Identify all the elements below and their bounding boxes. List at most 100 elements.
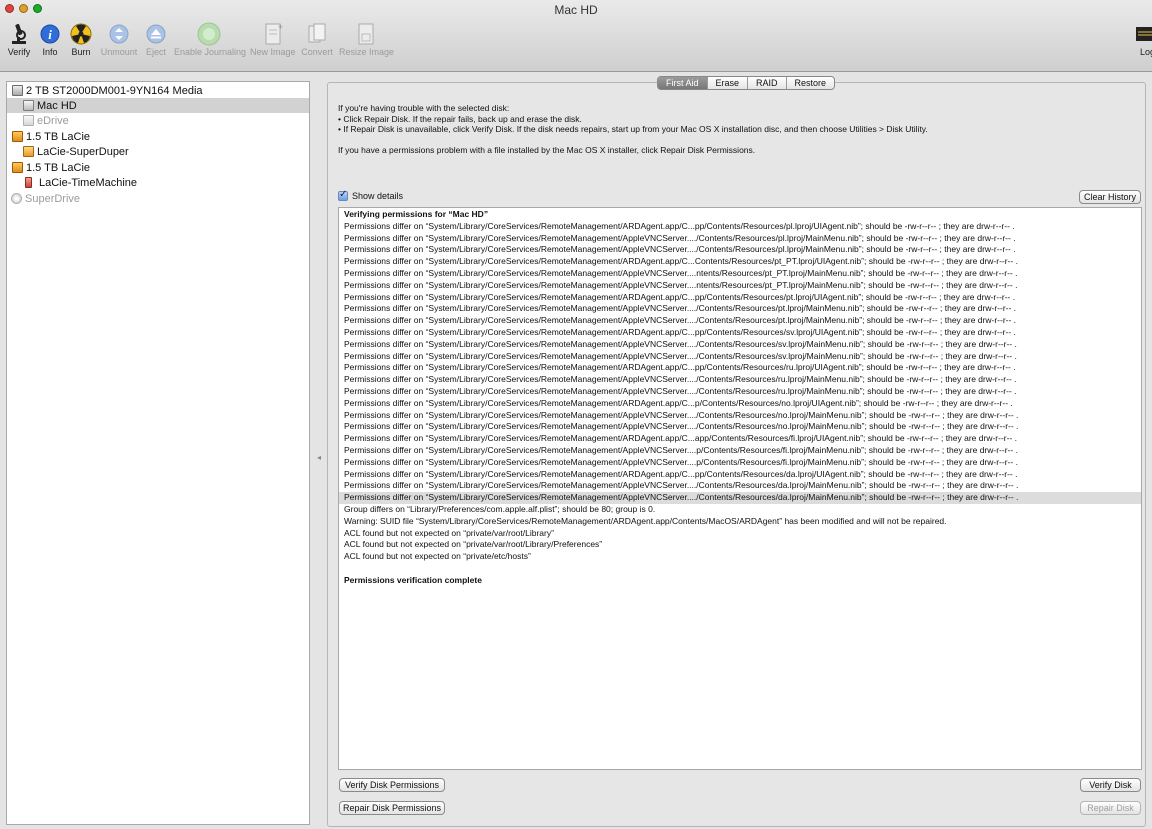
microscope-icon	[6, 22, 32, 46]
enable-journaling-toolbar-button[interactable]: Enable Journaling	[174, 22, 246, 57]
sidebar-item-label: Mac HD	[37, 99, 77, 112]
log-line: Permissions differ on “System/Library/Co…	[344, 232, 1016, 243]
help-line: • Click Repair Disk. If the repair fails…	[338, 113, 582, 124]
help-line: If you're having trouble with the select…	[338, 103, 510, 113]
new-image-icon: +	[250, 22, 295, 46]
log-line: Permissions differ on “System/Library/Co…	[344, 220, 1015, 231]
tab-restore[interactable]: Restore	[787, 77, 835, 89]
sidebar-item-lacie-superduper[interactable]: LaCie-SuperDuper	[7, 144, 309, 159]
log-toolbar-button[interactable]: Log	[1132, 22, 1152, 57]
external-disk-icon	[12, 131, 23, 142]
volume-icon	[23, 115, 34, 126]
log-line: Permissions differ on “System/Library/Co…	[344, 362, 1016, 373]
log-line: Permissions differ on “System/Library/Co…	[344, 268, 1018, 278]
log-line: Verifying permissions for “Mac HD”	[344, 209, 489, 219]
log-line: Permissions differ on “System/Library/Co…	[344, 409, 1019, 420]
show-details-checkbox[interactable]: Show details	[338, 189, 404, 201]
sidebar-item-lacie-2[interactable]: 1.5 TB LaCie	[7, 160, 309, 175]
log-line: Warning: SUID file “System/Library/CoreS…	[344, 515, 947, 526]
repair-disk-button[interactable]: Repair Disk	[1080, 801, 1141, 815]
show-details-label: Show details	[352, 191, 404, 201]
hard-disk-icon	[12, 85, 23, 96]
help-line: • If Repair Disk is unavailable, click V…	[338, 124, 928, 134]
log-line: ACL found but not expected on “private/e…	[344, 551, 531, 562]
eject-icon	[144, 22, 168, 46]
burn-toolbar-button[interactable]: Burn	[69, 22, 93, 57]
convert-toolbar-button[interactable]: Convert	[300, 22, 334, 57]
log-line: ACL found but not expected on “private/v…	[344, 539, 603, 550]
verify-disk-permissions-button[interactable]: Verify Disk Permissions	[339, 778, 445, 792]
clear-history-button[interactable]: Clear History	[1079, 190, 1141, 204]
unmount-icon	[100, 22, 138, 46]
info-icon: i	[38, 22, 62, 46]
burn-icon	[69, 22, 93, 46]
log-line: Permissions differ on “System/Library/Co…	[344, 291, 1016, 302]
journaling-icon	[174, 22, 244, 46]
split-view-handle[interactable]: ◂	[317, 453, 321, 462]
log-line: Group differs on “Library/Preferences/co…	[344, 504, 656, 514]
tab-erase[interactable]: Erase	[708, 77, 749, 89]
log-line: Permissions differ on “System/Library/Co…	[344, 327, 1016, 337]
eject-toolbar-button[interactable]: Eject	[144, 22, 168, 57]
log-line: Permissions differ on “System/Library/Co…	[344, 397, 1013, 408]
window-title: Mac HD	[554, 3, 598, 17]
window-toolbar: Mac HD Verify i Info Burn Unmount Eject …	[0, 0, 1152, 72]
log-line: Permissions verification complete	[344, 574, 482, 585]
sidebar-item-label: 1.5 TB LaCie	[26, 130, 91, 143]
unmount-toolbar-button[interactable]: Unmount	[100, 22, 138, 57]
verify-disk-button[interactable]: Verify Disk	[1080, 778, 1141, 792]
sidebar-item-edrive[interactable]: eDrive	[7, 113, 309, 128]
info-toolbar-button[interactable]: i Info	[38, 22, 62, 57]
disk-sidebar: 2 TB ST2000DM001-9YN164 Media Mac HD eDr…	[6, 81, 310, 825]
sidebar-item-mac-hd[interactable]: Mac HD	[7, 98, 309, 113]
log-line: Permissions differ on “System/Library/Co…	[344, 256, 1018, 267]
log-line: Permissions differ on “System/Library/Co…	[344, 350, 1017, 361]
sidebar-item-label: SuperDrive	[25, 192, 81, 205]
sidebar-item-label: eDrive	[37, 114, 69, 127]
log-line: Permissions differ on “System/Library/Co…	[344, 456, 1018, 467]
svg-text:+: +	[278, 22, 283, 32]
log-line: Permissions differ on “System/Library/Co…	[344, 338, 1017, 349]
log-line: Permissions differ on “System/Library/Co…	[344, 445, 1018, 455]
external-disk-icon	[12, 162, 23, 173]
tab-bar: First Aid Erase RAID Restore	[657, 76, 836, 90]
sidebar-item-lacie-timemachine[interactable]: LaCie-TimeMachine	[7, 175, 309, 190]
log-line: Permissions differ on “System/Library/Co…	[344, 386, 1017, 396]
help-line: If you have a permissions problem with a…	[338, 144, 756, 155]
log-line: Permissions differ on “System/Library/Co…	[339, 492, 1141, 505]
checkbox-checked-icon	[338, 189, 348, 201]
sidebar-item-label: LaCie-SuperDuper	[37, 145, 129, 158]
sidebar-item-lacie-1[interactable]: 1.5 TB LaCie	[7, 129, 309, 144]
first-aid-instructions: If you're having trouble with the select…	[338, 103, 928, 155]
sidebar-item-superdrive[interactable]: SuperDrive	[7, 191, 309, 206]
verify-toolbar-button[interactable]: Verify	[6, 22, 32, 57]
new-image-toolbar-button[interactable]: + New Image	[250, 22, 296, 57]
resize-image-icon	[339, 22, 393, 46]
log-line: Permissions differ on “System/Library/Co…	[344, 374, 1017, 385]
time-machine-volume-icon	[25, 177, 32, 188]
log-line: Permissions differ on “System/Library/Co…	[344, 315, 1017, 326]
tab-raid[interactable]: RAID	[748, 77, 787, 89]
sidebar-item-st2000dm001[interactable]: 2 TB ST2000DM001-9YN164 Media	[7, 83, 309, 98]
volume-icon	[23, 100, 34, 111]
sidebar-item-label: 1.5 TB LaCie	[26, 161, 91, 174]
svg-text:i: i	[48, 27, 52, 42]
log-line: Permissions differ on “System/Library/Co…	[344, 480, 1019, 491]
resize-image-toolbar-button[interactable]: Resize Image	[339, 22, 394, 57]
log-line: ACL found but not expected on “private/v…	[344, 527, 554, 538]
log-line: Permissions differ on “System/Library/Co…	[344, 433, 1018, 444]
sidebar-item-label: LaCie-TimeMachine	[39, 176, 138, 189]
repair-disk-permissions-button[interactable]: Repair Disk Permissions	[339, 801, 445, 815]
tab-first-aid[interactable]: First Aid	[658, 77, 708, 89]
log-line: Permissions differ on “System/Library/Co…	[344, 421, 1019, 432]
optical-drive-icon	[11, 193, 22, 204]
details-log[interactable]: Verifying permissions for “Mac HD” Permis…	[338, 207, 1142, 770]
log-line: Permissions differ on “System/Library/Co…	[344, 279, 1018, 290]
sidebar-item-label: 2 TB ST2000DM001-9YN164 Media	[26, 84, 203, 97]
external-volume-icon	[23, 146, 34, 157]
log-line: Permissions differ on “System/Library/Co…	[344, 303, 1017, 314]
convert-icon	[300, 22, 334, 46]
log-line: Permissions differ on “System/Library/Co…	[344, 468, 1018, 479]
log-line: Permissions differ on “System/Library/Co…	[344, 244, 1016, 255]
